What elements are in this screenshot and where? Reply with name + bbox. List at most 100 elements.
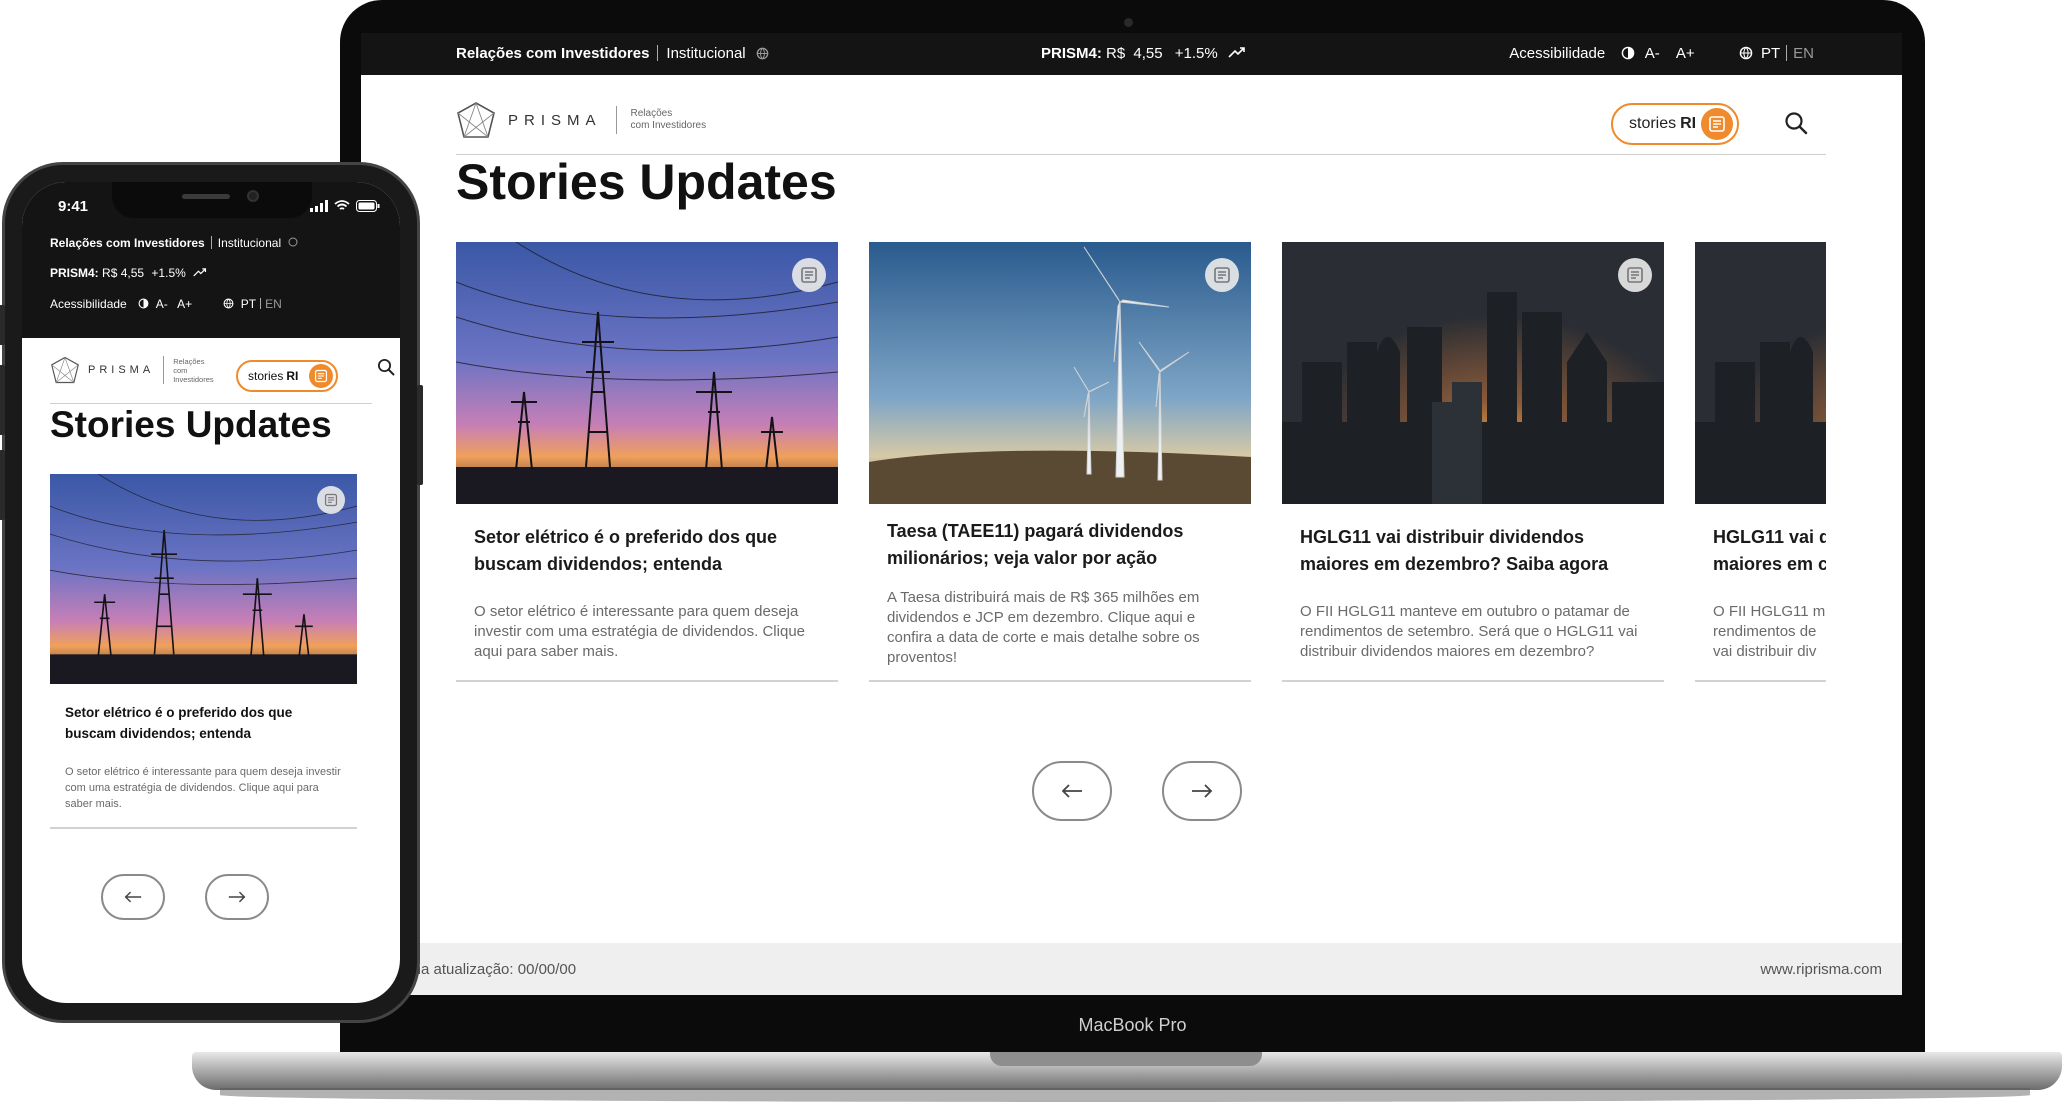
ir-link[interactable]: Relações com Investidores <box>456 45 649 62</box>
mobile-site-header: PRISMA Relações com Investidores stories RI <box>50 348 372 404</box>
institutional-link[interactable]: Institucional <box>666 45 745 62</box>
laptop-base <box>192 1052 2062 1090</box>
stock-price: 4,55 <box>120 266 145 280</box>
search-icon[interactable] <box>1784 111 1808 135</box>
story-card[interactable]: Taesa (TAEE11) pagará dividendos milioná… <box>869 242 1251 682</box>
story-document-icon <box>309 364 333 388</box>
logo-wordmark: PRISMA <box>508 111 602 129</box>
stock-change: +1.5% <box>151 266 186 280</box>
carousel-prev-button[interactable] <box>1032 761 1112 821</box>
ticker-label: PRISM4: <box>50 266 99 280</box>
font-decrease-button[interactable]: A- <box>156 297 168 311</box>
stock-ticker: PRISM4: R$ 4,55 +1.5% <box>1041 45 1246 62</box>
story-title[interactable]: Taesa (TAEE11) pagará dividendos milioná… <box>887 518 1237 572</box>
stories-ri-label: RI <box>1680 115 1697 132</box>
page-title: Stories Updates <box>456 154 837 210</box>
logo-subtitle: Relações com Investidores <box>630 108 707 131</box>
phone-button <box>417 385 423 485</box>
site-url-link[interactable]: www.riprisma.com <box>1760 961 1882 978</box>
stories-ri-button[interactable]: stories RI <box>1611 103 1739 145</box>
stock-change: +1.5% <box>1174 45 1218 62</box>
story-title[interactable]: HGLG11 vai d maiores em c <box>1713 524 1826 578</box>
trend-up-icon <box>193 268 207 277</box>
carousel-next-button[interactable] <box>205 874 269 920</box>
story-description: O FII HGLG11 m rendimentos de vai distribu… <box>1713 603 1826 660</box>
phone-screen: 9:41 Relações com Investidores Institucio… <box>22 182 400 1003</box>
story-image-city-skyline <box>1282 242 1664 504</box>
stock-ticker: PRISM4: R$ 4,55 +1.5% <box>50 266 207 280</box>
top-bar: Relações com Investidores Institucional P… <box>361 33 1902 75</box>
phone-button <box>0 365 5 435</box>
search-icon[interactable] <box>377 358 395 376</box>
font-increase-button[interactable]: A+ <box>1676 45 1695 62</box>
mobile-top-bar: Relações com Investidores Institucional P… <box>22 230 400 338</box>
story-document-icon <box>1701 108 1733 140</box>
currency: R$ <box>1106 45 1126 62</box>
globe-icon <box>288 237 298 247</box>
currency: R$ <box>102 266 118 280</box>
site-header: PRISMA Relações com Investidores stories R… <box>456 93 1826 155</box>
story-image-power-lines <box>456 242 838 504</box>
wifi-icon <box>334 200 350 210</box>
ir-link[interactable]: Relações com Investidores <box>50 236 205 250</box>
arrow-left-icon <box>1061 784 1082 798</box>
globe-icon <box>1739 46 1753 60</box>
contrast-icon[interactable] <box>1621 46 1635 60</box>
logo-wordmark: PRISMA <box>88 364 155 376</box>
story-card[interactable]: Setor elétrico é o preferido dos que bus… <box>456 242 838 682</box>
story-card[interactable]: Setor elétrico é o preferido dos que bus… <box>50 474 357 829</box>
lang-pt-button[interactable]: PT <box>1761 45 1780 62</box>
carousel-prev-button[interactable] <box>101 874 165 920</box>
story-title[interactable]: Setor elétrico é o preferido dos que bus… <box>65 702 345 744</box>
story-document-icon <box>1205 258 1239 292</box>
phone-status-bar: 9:41 <box>22 182 400 230</box>
trend-up-icon <box>1228 47 1245 58</box>
carousel-next-button[interactable] <box>1162 761 1242 821</box>
laptop-shadow <box>220 1088 2030 1102</box>
phone-button <box>0 305 5 345</box>
battery-icon <box>356 200 380 212</box>
story-title[interactable]: HGLG11 vai distribuir dividendos maiores… <box>1300 524 1650 578</box>
font-decrease-button[interactable]: A- <box>1645 45 1660 62</box>
stories-ri-label: RI <box>286 369 299 383</box>
story-description: O FII HGLG11 manteve em outubro o patama… <box>1300 603 1638 660</box>
page-title: Stories Updates <box>50 404 332 445</box>
status-time: 9:41 <box>58 198 89 215</box>
lang-pt-button[interactable]: PT <box>241 297 256 311</box>
signal-icon <box>310 200 328 212</box>
arrow-left-icon <box>124 891 142 903</box>
contrast-icon[interactable] <box>138 298 149 309</box>
site-footer: tima atualização: 00/00/00 www.riprisma.… <box>361 943 1902 995</box>
story-image-city-skyline <box>1695 242 1826 504</box>
story-title[interactable]: Setor elétrico é o preferido dos que bus… <box>474 524 824 578</box>
stories-ri-button[interactable]: stories RI <box>236 360 338 392</box>
arrow-right-icon <box>1192 784 1213 798</box>
accessibility-label: Acessibilidade <box>50 297 127 311</box>
phone-button <box>0 450 5 520</box>
prisma-logo-icon <box>51 356 79 384</box>
font-increase-button[interactable]: A+ <box>177 297 192 311</box>
story-image-wind-turbines <box>869 242 1251 504</box>
story-card[interactable]: HGLG11 vai d maiores em c O FII HGLG11 mr… <box>1695 242 1826 682</box>
prisma-logo-icon <box>457 102 495 138</box>
prisma-logo[interactable]: PRISMA Relações com Investidores <box>50 356 214 384</box>
stories-label: stories <box>1629 115 1677 132</box>
logo-subtitle: Relações com Investidores <box>173 356 214 384</box>
ticker-label: PRISM4: <box>1041 45 1102 62</box>
prisma-logo[interactable]: PRISMA Relações com Investidores <box>456 101 706 139</box>
story-card[interactable]: HGLG11 vai distribuir dividendos maiores… <box>1282 242 1664 682</box>
story-description: O setor elétrico é interessante para que… <box>474 603 806 660</box>
story-description: O setor elétrico é interessante para que… <box>65 766 341 810</box>
arrow-right-icon <box>228 891 246 903</box>
accessibility-label: Acessibilidade <box>1509 45 1606 62</box>
stories-carousel: Setor elétrico é o preferido dos que bus… <box>456 242 1826 722</box>
story-document-icon <box>317 486 345 514</box>
globe-icon <box>756 47 769 60</box>
lang-en-button[interactable]: EN <box>265 297 282 311</box>
laptop-screen: Relações com Investidores Institucional P… <box>361 33 1902 995</box>
lang-en-button[interactable]: EN <box>1793 45 1814 62</box>
laptop-model-label: MacBook Pro <box>1078 1015 1187 1035</box>
globe-icon <box>223 298 234 309</box>
story-document-icon <box>792 258 826 292</box>
institutional-link[interactable]: Institucional <box>218 236 281 250</box>
